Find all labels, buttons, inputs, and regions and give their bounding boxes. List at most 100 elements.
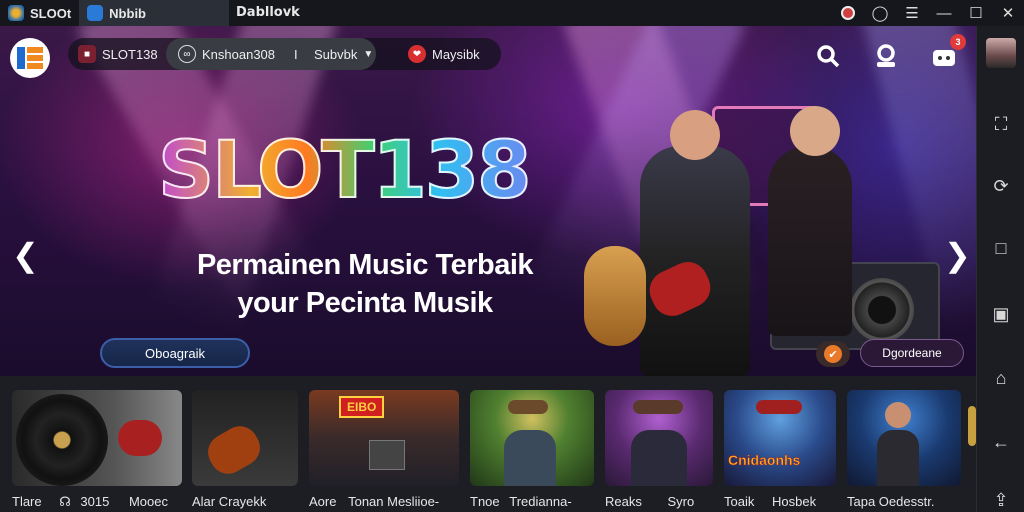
card-banner: EIBO (339, 396, 385, 418)
game-card[interactable]: Reaks Syro (605, 390, 713, 512)
dropdown-label: Subvbk (314, 46, 358, 62)
nav-separator: I (294, 46, 298, 62)
game-thumbnail (605, 390, 713, 486)
musician-figure (504, 430, 556, 486)
notification-icon[interactable]: 3 (930, 34, 966, 70)
hat-icon (508, 400, 548, 414)
guitar-icon (118, 420, 162, 456)
card-caption: Tapa Oedesstr. (847, 494, 935, 509)
card-caption-c: Mooec (128, 494, 168, 509)
brand-chip[interactable]: ■ SLOT138 (78, 38, 158, 70)
card-caption-a: Tlare (12, 494, 42, 509)
game-thumbnail (192, 390, 298, 486)
card-caption-b: Hosbek (771, 494, 817, 509)
card-caption: Toaik Hosbek (724, 494, 816, 509)
chevron-left-icon[interactable]: ❮ (12, 236, 39, 274)
user-icon[interactable] (872, 42, 900, 70)
card-caption-a: Aore (309, 494, 337, 509)
app-favicon-icon (8, 5, 24, 21)
tab-label: Nbbib (109, 5, 146, 21)
card-caption-b: Tonan Mesliioe- (348, 494, 440, 509)
primary-cta-button[interactable]: Oboagraik (100, 338, 250, 368)
game-thumbnail: Cnidaonhs (724, 390, 836, 486)
chat-icon[interactable]: ◯ (864, 0, 896, 26)
favorite-chip-label: Maysibk (432, 46, 480, 62)
dropdown[interactable]: Subvbk ▼ (314, 38, 373, 70)
speaker-icon (850, 278, 914, 342)
search-chip[interactable]: ∞ Knshoan308 (178, 38, 275, 70)
window-icon[interactable]: □ (989, 236, 1013, 260)
browser-tab-2[interactable]: Nbbib (79, 0, 230, 26)
headphones-icon: ☊ (59, 494, 71, 509)
game-card[interactable]: Cnidaonhs Toaik Hosbek (724, 390, 836, 512)
share-icon[interactable]: ⇪ (989, 488, 1013, 512)
hero-banner: ■ SLOT138 ∞ Knshoan308 I Subvbk ▼ ❤ Mays… (0, 26, 976, 376)
card-caption: Alar Crayekk (192, 494, 267, 509)
top-nav: ■ SLOT138 ∞ Knshoan308 I Subvbk ▼ ❤ Mays… (68, 38, 501, 70)
screenshot-icon[interactable]: ▣ (989, 302, 1013, 326)
game-strip: Tlare ☊ 3015 Mooec Alar Crayekk EIBO Aor… (0, 376, 976, 512)
guitar-icon (201, 419, 267, 481)
card-caption: Reaks Syro (605, 494, 694, 509)
card-caption-b: 3015 (80, 494, 110, 509)
right-sidebar: ⛶ ⟳ □ ▣ ⌂ ← ⇪ (976, 26, 1024, 512)
brand-title: SLOT138 (157, 125, 532, 217)
tab-favicon-icon (87, 5, 104, 21)
musician-figure (631, 430, 687, 486)
game-thumbnail (12, 390, 182, 486)
card-caption-a: Tnoe (470, 494, 500, 509)
game-card[interactable]: Alar Crayekk (192, 390, 298, 512)
rotate-icon[interactable]: ⟳ (989, 174, 1013, 198)
search-icon[interactable] (814, 42, 842, 70)
chevron-right-icon[interactable]: ❯ (944, 236, 971, 274)
hat-icon (756, 400, 802, 414)
record-icon[interactable] (832, 0, 864, 26)
game-thumbnail (847, 390, 961, 486)
favorite-chip[interactable]: ❤ Maysibk (408, 38, 480, 70)
game-card[interactable]: Tnoe Tredianna- (470, 390, 594, 512)
maximize-icon[interactable]: ☐ (960, 0, 992, 26)
secondary-cta-button[interactable]: Dgordeane (860, 339, 964, 367)
game-thumbnail (470, 390, 594, 486)
guitarist-figure (640, 146, 750, 376)
guitarist-head (670, 110, 720, 160)
menu-icon[interactable]: ☰ (896, 0, 928, 26)
game-card[interactable]: EIBO Aore Tonan Mesliioe- (309, 390, 459, 512)
avatar[interactable] (986, 38, 1016, 68)
tagline-line-1: Permainen Music Terbaik (196, 249, 534, 281)
card-caption: Tnoe Tredianna- (470, 494, 572, 509)
card-caption-b: Tredianna- (509, 494, 572, 509)
card-caption-a: Reaks (605, 494, 642, 509)
app-logo-icon[interactable] (10, 38, 50, 78)
link-icon: ∞ (178, 45, 196, 63)
browser-tab-1[interactable]: SLOOt (0, 0, 79, 26)
close-icon[interactable]: ✕ (992, 0, 1024, 26)
card-caption-b: Syro (667, 494, 695, 509)
chevron-down-icon: ▼ (363, 48, 374, 60)
minimize-icon[interactable]: — (928, 0, 960, 26)
singer-figure (768, 146, 852, 336)
tab-label: SLOOt (30, 5, 72, 21)
title-bar: SLOOt Nbbib Dabllovk ◯ ☰ — ☐ ✕ (0, 0, 1024, 26)
card-caption: Tlare ☊ 3015 Mooec (12, 494, 168, 510)
hero-tagline: Permainen Music Terbaik your Pecinta Mus… (170, 246, 560, 322)
scroll-handle[interactable] (968, 406, 976, 446)
brand-chip-label: SLOT138 (102, 46, 158, 62)
speaker-icon (369, 440, 405, 470)
musician-figure (877, 430, 919, 486)
page-title: Dabllovk (236, 5, 300, 20)
card-caption: Aore Tonan Mesliioe- (309, 494, 439, 509)
check-icon: ✔ (824, 345, 842, 363)
like-button[interactable]: ✔ (816, 341, 850, 367)
card-banner: Cnidaonhs (728, 452, 801, 469)
brand-chip-icon: ■ (78, 45, 96, 63)
home-icon[interactable]: ⌂ (989, 366, 1013, 390)
game-thumbnail: EIBO (309, 390, 459, 486)
game-card[interactable]: Tapa Oedesstr. (847, 390, 961, 512)
back-arrow-icon[interactable]: ← (989, 430, 1013, 454)
search-chip-label: Knshoan308 (202, 46, 276, 62)
musician-head (885, 402, 911, 428)
vinyl-record-icon (16, 394, 108, 486)
game-card[interactable]: Tlare ☊ 3015 Mooec (12, 390, 182, 512)
fullscreen-icon[interactable]: ⛶ (989, 112, 1013, 136)
